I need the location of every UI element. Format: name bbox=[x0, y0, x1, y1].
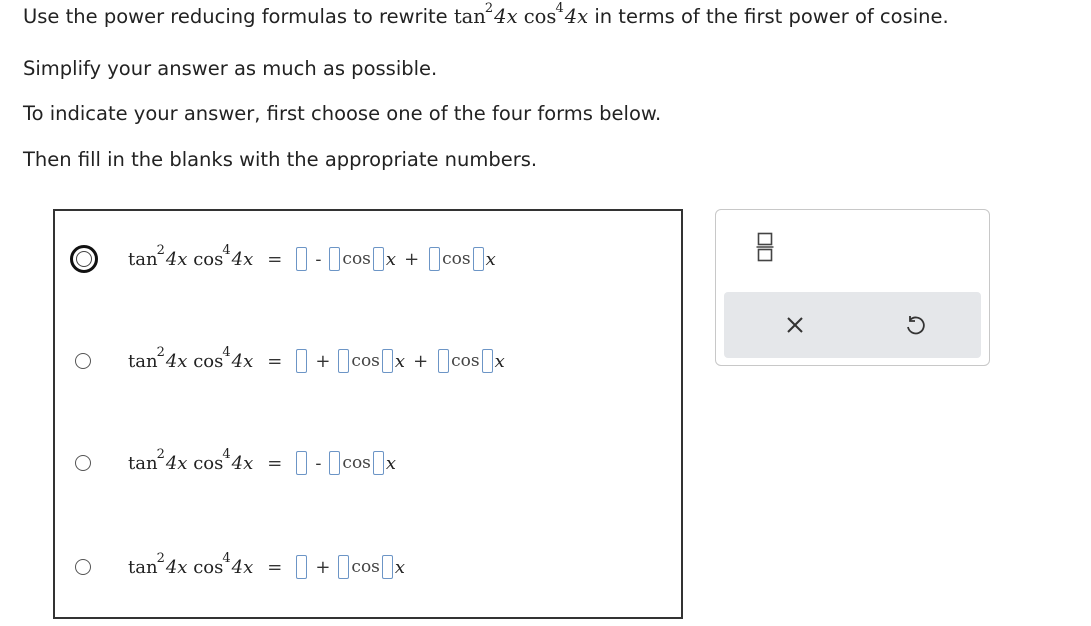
radio-option-4[interactable] bbox=[75, 559, 91, 575]
exponent-2: 2 bbox=[156, 550, 165, 566]
equals-sign: = bbox=[267, 452, 283, 474]
question-math: tan24x cos44x bbox=[453, 1, 594, 28]
constant-input[interactable] bbox=[296, 349, 308, 373]
arg-4x: 4x bbox=[231, 350, 254, 372]
plus-sign: + bbox=[404, 248, 420, 270]
instruction-choose: To indicate your answer, first choose on… bbox=[23, 102, 662, 125]
constant-input[interactable] bbox=[296, 247, 308, 271]
minus-sign: - bbox=[315, 248, 322, 270]
equation-3: tan24x cos44x = - cos x bbox=[128, 447, 397, 477]
cos-text: cos bbox=[193, 248, 224, 270]
option-1[interactable]: tan24x cos44x = - cos x + cos x bbox=[55, 239, 681, 279]
cos-text: cos bbox=[451, 351, 480, 371]
cos-text: cos bbox=[193, 556, 224, 578]
math-toolbar bbox=[715, 209, 990, 366]
arg-4x: 4x bbox=[165, 452, 188, 474]
equation-1: tan24x cos44x = - cos x + cos x bbox=[128, 243, 496, 273]
cos-text: cos bbox=[351, 351, 380, 371]
multiplier-input-1[interactable] bbox=[381, 349, 393, 373]
x-var: x bbox=[394, 556, 406, 578]
coefficient-input-1[interactable] bbox=[338, 555, 350, 579]
exponent-2: 2 bbox=[156, 242, 165, 258]
equation-4: tan24x cos44x = + cos x bbox=[128, 551, 406, 581]
x-var: x bbox=[494, 350, 505, 372]
plus-sign: + bbox=[413, 350, 429, 372]
lhs-expression: tan24x cos44x bbox=[128, 243, 254, 270]
radio-option-1[interactable] bbox=[70, 245, 98, 273]
cos-text: cos bbox=[193, 452, 224, 474]
arg-4x: 4x bbox=[231, 452, 254, 474]
cos-text: cos bbox=[342, 249, 371, 269]
multiplier-input-1[interactable] bbox=[381, 555, 393, 579]
multiplier-input-2[interactable] bbox=[481, 349, 493, 373]
equals-sign: = bbox=[267, 556, 283, 578]
coefficient-input-2[interactable] bbox=[438, 349, 450, 373]
toolbar-actions bbox=[724, 292, 981, 358]
question-line-1: Use the power reducing formulas to rewri… bbox=[23, 1, 949, 28]
arg-4x: 4x bbox=[564, 5, 589, 28]
multiplier-input-2[interactable] bbox=[472, 247, 484, 271]
arg-4x: 4x bbox=[165, 248, 188, 270]
cos-text: cos bbox=[342, 453, 371, 473]
lhs-expression: tan24x cos44x bbox=[128, 551, 254, 578]
constant-input[interactable] bbox=[296, 451, 308, 475]
constant-input[interactable] bbox=[296, 555, 308, 579]
close-icon[interactable] bbox=[784, 314, 806, 336]
instruction-simplify: Simplify your answer as much as possible… bbox=[23, 57, 438, 80]
option-4[interactable]: tan24x cos44x = + cos x bbox=[55, 547, 681, 587]
instruction-fill: Then fill in the blanks with the appropr… bbox=[23, 148, 538, 171]
exponent-2: 2 bbox=[484, 1, 494, 16]
tan-text: tan bbox=[453, 5, 486, 28]
equation-2: tan24x cos44x = + cos x + cos x bbox=[128, 345, 505, 375]
radio-option-2[interactable] bbox=[75, 353, 91, 369]
question-text: Use the power reducing formulas to rewri… bbox=[23, 5, 448, 28]
exponent-4: 4 bbox=[222, 344, 231, 360]
exponent-4: 4 bbox=[222, 550, 231, 566]
coefficient-input-2[interactable] bbox=[429, 247, 441, 271]
arg-4x: 4x bbox=[494, 5, 518, 28]
cos-text: cos bbox=[523, 5, 557, 28]
exponent-4: 4 bbox=[222, 242, 231, 258]
tan-text: tan bbox=[128, 452, 158, 474]
lhs-expression: tan24x cos44x bbox=[128, 345, 254, 372]
plus-sign: + bbox=[315, 556, 331, 578]
cos-text: cos bbox=[351, 557, 380, 577]
multiplier-input-1[interactable] bbox=[372, 247, 384, 271]
plus-sign: + bbox=[315, 350, 331, 372]
radio-option-3[interactable] bbox=[75, 455, 91, 471]
exponent-2: 2 bbox=[156, 344, 165, 360]
arg-4x: 4x bbox=[165, 556, 188, 578]
undo-icon[interactable] bbox=[904, 314, 926, 336]
tan-text: tan bbox=[128, 350, 158, 372]
coefficient-input-1[interactable] bbox=[329, 247, 341, 271]
arg-4x: 4x bbox=[231, 248, 254, 270]
coefficient-input-1[interactable] bbox=[329, 451, 341, 475]
equals-sign: = bbox=[267, 350, 283, 372]
cos-text: cos bbox=[193, 350, 224, 372]
x-var: x bbox=[385, 452, 397, 474]
option-2[interactable]: tan24x cos44x = + cos x + cos x bbox=[55, 341, 681, 381]
exponent-4: 4 bbox=[222, 446, 231, 462]
tan-text: tan bbox=[128, 248, 158, 270]
lhs-expression: tan24x cos44x bbox=[128, 447, 254, 474]
arg-4x: 4x bbox=[165, 350, 188, 372]
tan-text: tan bbox=[128, 556, 158, 578]
equals-sign: = bbox=[267, 248, 283, 270]
x-var: x bbox=[394, 350, 406, 372]
multiplier-input-1[interactable] bbox=[372, 451, 384, 475]
arg-4x: 4x bbox=[231, 556, 254, 578]
minus-sign: - bbox=[315, 452, 322, 474]
fraction-icon[interactable] bbox=[756, 232, 774, 262]
x-var: x bbox=[385, 248, 397, 270]
exponent-2: 2 bbox=[156, 446, 165, 462]
exponent-4: 4 bbox=[555, 1, 564, 16]
answer-options-box: tan24x cos44x = - cos x + cos x tan24x cos… bbox=[53, 209, 683, 619]
option-3[interactable]: tan24x cos44x = - cos x bbox=[55, 443, 681, 483]
x-var: x bbox=[485, 248, 496, 270]
cos-text: cos bbox=[442, 249, 471, 269]
question-text: in terms of the first power of cosine. bbox=[594, 5, 949, 28]
coefficient-input-1[interactable] bbox=[338, 349, 350, 373]
